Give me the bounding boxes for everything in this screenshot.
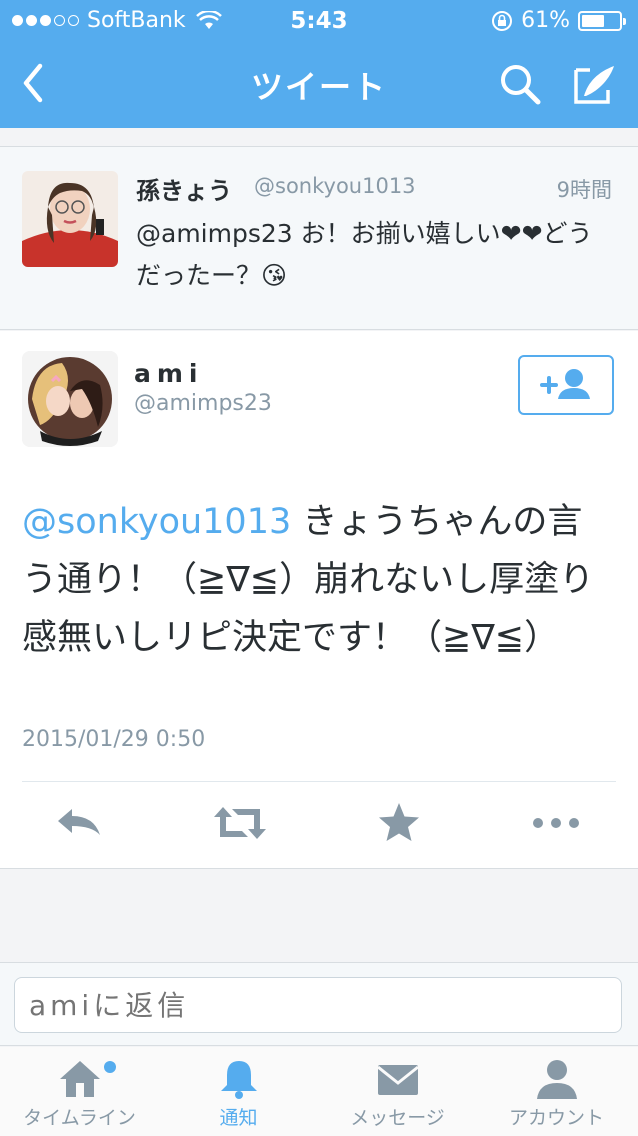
avatar[interactable] [22,171,118,267]
reply-input[interactable] [14,977,622,1033]
tab-timeline[interactable]: タイムライン [0,1047,159,1136]
avatar[interactable] [22,351,118,447]
avatar-photo [22,351,118,447]
new-tweets-dot [104,1061,116,1073]
tweet-time: 9時間 [556,178,612,202]
battery-icon [578,10,626,31]
reply-bar [0,962,638,1046]
retweet-icon[interactable] [212,801,268,845]
battery-percent: 61% [521,8,570,33]
author-name[interactable]: ami [134,359,204,388]
tweet-text: @amimps23 お！お揃い嬉しい❤❤どうだったー？😘 [136,219,593,290]
favorite-star-icon[interactable] [374,801,424,845]
envelope-icon [376,1065,419,1095]
tab-messages[interactable]: メッセージ [318,1047,477,1136]
author-name[interactable]: 孫きょう [136,171,232,206]
mention-link[interactable]: @sonkyou1013 [22,502,291,542]
follow-button[interactable] [518,355,614,415]
tweet-timestamp: 2015/01/29 0:50 [22,727,206,752]
person-icon [536,1060,577,1099]
header: SoftBank 5:43 61% ツイート [0,0,638,128]
avatar-photo [22,171,118,267]
home-icon [59,1061,100,1097]
main-tweet: ami @amimps23 @sonkyou1013 きょうちゃんの言う通り！（… [0,331,638,869]
tab-label: タイムライン [23,1107,136,1129]
compose-tweet-icon[interactable] [570,60,618,108]
tab-label: 通知 [219,1107,258,1129]
rotation-lock-icon [492,10,513,31]
reply-icon[interactable] [54,801,104,845]
tweet-detail-screen: SoftBank 5:43 61% ツイート 孫きょう @sonkyou1013… [0,0,638,1136]
tab-label: メッセージ [350,1107,445,1129]
author-handle[interactable]: @sonkyou1013 [254,174,416,198]
tweet-text: @sonkyou1013 きょうちゃんの言う通り！（≧∇≦）崩れないし厚塗り感無… [22,493,616,667]
bell-icon [220,1061,257,1099]
more-options-icon[interactable] [530,801,582,845]
add-user-icon [540,369,590,399]
parent-tweet[interactable]: 孫きょう @sonkyou1013 9時間 @amimps23 お！お揃い嬉しい… [0,146,638,330]
search-icon[interactable] [496,60,544,108]
tweet-actions [0,801,638,851]
status-bar: SoftBank 5:43 61% [0,0,638,40]
nav-bar: ツイート [0,40,638,128]
tab-label: アカウント [508,1107,604,1129]
status-right: 61% [491,8,626,33]
tab-account[interactable]: アカウント [477,1047,636,1136]
divider [22,781,616,782]
tab-notifications[interactable]: 通知 [159,1047,318,1136]
author-handle[interactable]: @amimps23 [134,391,272,416]
tab-bar: タイムライン 通知 メッセージ アカウント [0,1047,638,1136]
